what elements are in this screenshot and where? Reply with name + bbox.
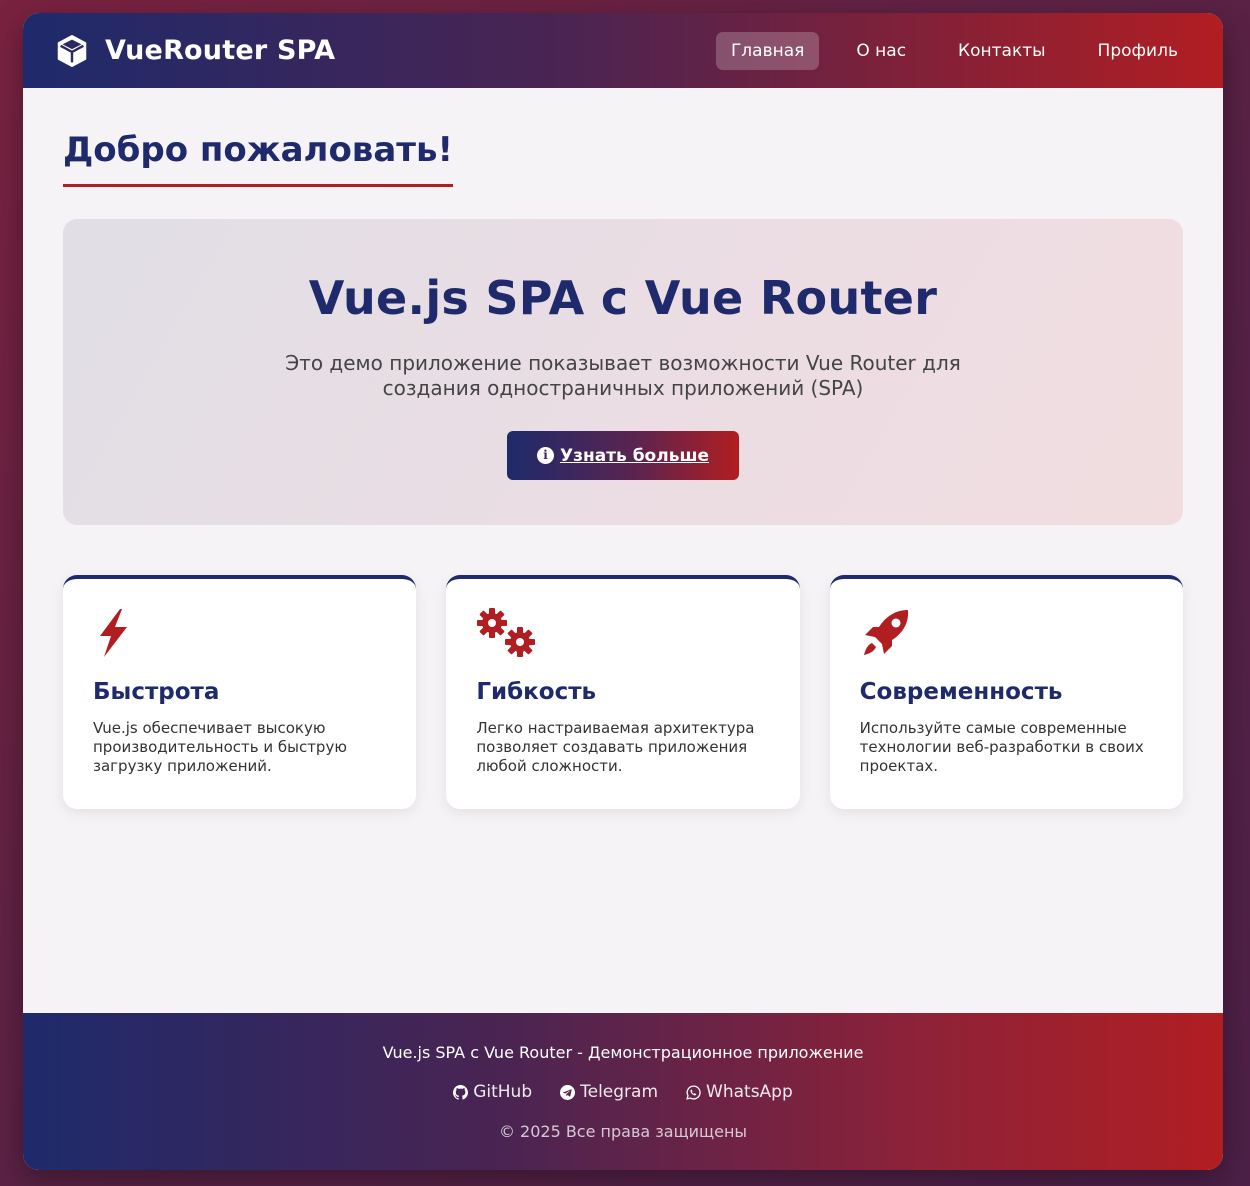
telegram-label: Telegram xyxy=(580,1082,659,1102)
copyright: © 2025 Все права защищены xyxy=(498,1122,748,1141)
nav-item-home[interactable]: Главная xyxy=(715,31,820,70)
feature-card-modern: Современность Используйте самые современ… xyxy=(829,575,1183,809)
learn-more-button[interactable]: i Узнать больше xyxy=(506,431,740,480)
feature-title: Гибкость xyxy=(476,679,597,705)
site-footer: Vue.js SPA с Vue Router - Демонстрационн… xyxy=(23,1013,1223,1170)
feature-card-flexibility: Гибкость Легко настраиваемая архитектура… xyxy=(446,575,800,809)
brand[interactable]: VueRouter SPA xyxy=(53,32,335,70)
feature-title: Быстрота xyxy=(93,679,220,705)
whatsapp-label: WhatsApp xyxy=(706,1082,793,1102)
bolt-icon xyxy=(100,609,127,657)
main-content: Добро пожаловать! Vue.js SPA с Vue Route… xyxy=(23,88,1223,1013)
features-grid: Быстрота Vue.js обеспечивает высокую про… xyxy=(63,575,1183,809)
github-link[interactable]: GitHub xyxy=(453,1082,532,1102)
cube-icon xyxy=(57,34,87,67)
brand-name: VueRouter SPA xyxy=(105,35,336,66)
telegram-icon xyxy=(560,1084,576,1100)
github-icon xyxy=(453,1084,469,1100)
hero-description: Это демо приложение показывает возможнос… xyxy=(285,351,961,400)
hero-title: Vue.js SPA с Vue Router xyxy=(308,271,938,325)
nav-item-profile[interactable]: Профиль xyxy=(1083,32,1193,70)
footer-title: Vue.js SPA с Vue Router - Демонстрационн… xyxy=(382,1043,864,1062)
whatsapp-icon xyxy=(686,1084,701,1100)
whatsapp-link[interactable]: WhatsApp xyxy=(686,1082,793,1102)
hero-section: Vue.js SPA с Vue Router Это демо приложе… xyxy=(63,219,1183,525)
social-links: GitHub Telegram WhatsApp xyxy=(23,1082,1223,1102)
main-nav: Главная О нас Контакты Профиль xyxy=(704,31,1193,70)
feature-description: Используйте самые современные технологии… xyxy=(859,719,1144,775)
feature-title: Современность xyxy=(859,679,1063,705)
rocket-icon xyxy=(863,610,908,655)
feature-card-speed: Быстрота Vue.js обеспечивает высокую про… xyxy=(63,575,417,809)
nav-item-contacts[interactable]: Контакты xyxy=(943,32,1061,70)
github-label: GitHub xyxy=(473,1082,533,1102)
info-icon: i xyxy=(536,447,554,464)
telegram-link[interactable]: Telegram xyxy=(560,1082,658,1102)
feature-description: Легко настраиваемая архитектура позволяе… xyxy=(476,719,755,775)
learn-more-label: Узнать больше xyxy=(559,445,710,466)
app-window: VueRouter SPA Главная О нас Контакты Про… xyxy=(23,13,1223,1170)
top-navbar: VueRouter SPA Главная О нас Контакты Про… xyxy=(23,13,1223,88)
nav-item-about[interactable]: О нас xyxy=(841,32,921,70)
feature-description: Vue.js обеспечивает высокую производител… xyxy=(93,719,347,775)
gears-icon xyxy=(477,608,536,657)
page-title: Добро пожаловать! xyxy=(63,130,453,187)
